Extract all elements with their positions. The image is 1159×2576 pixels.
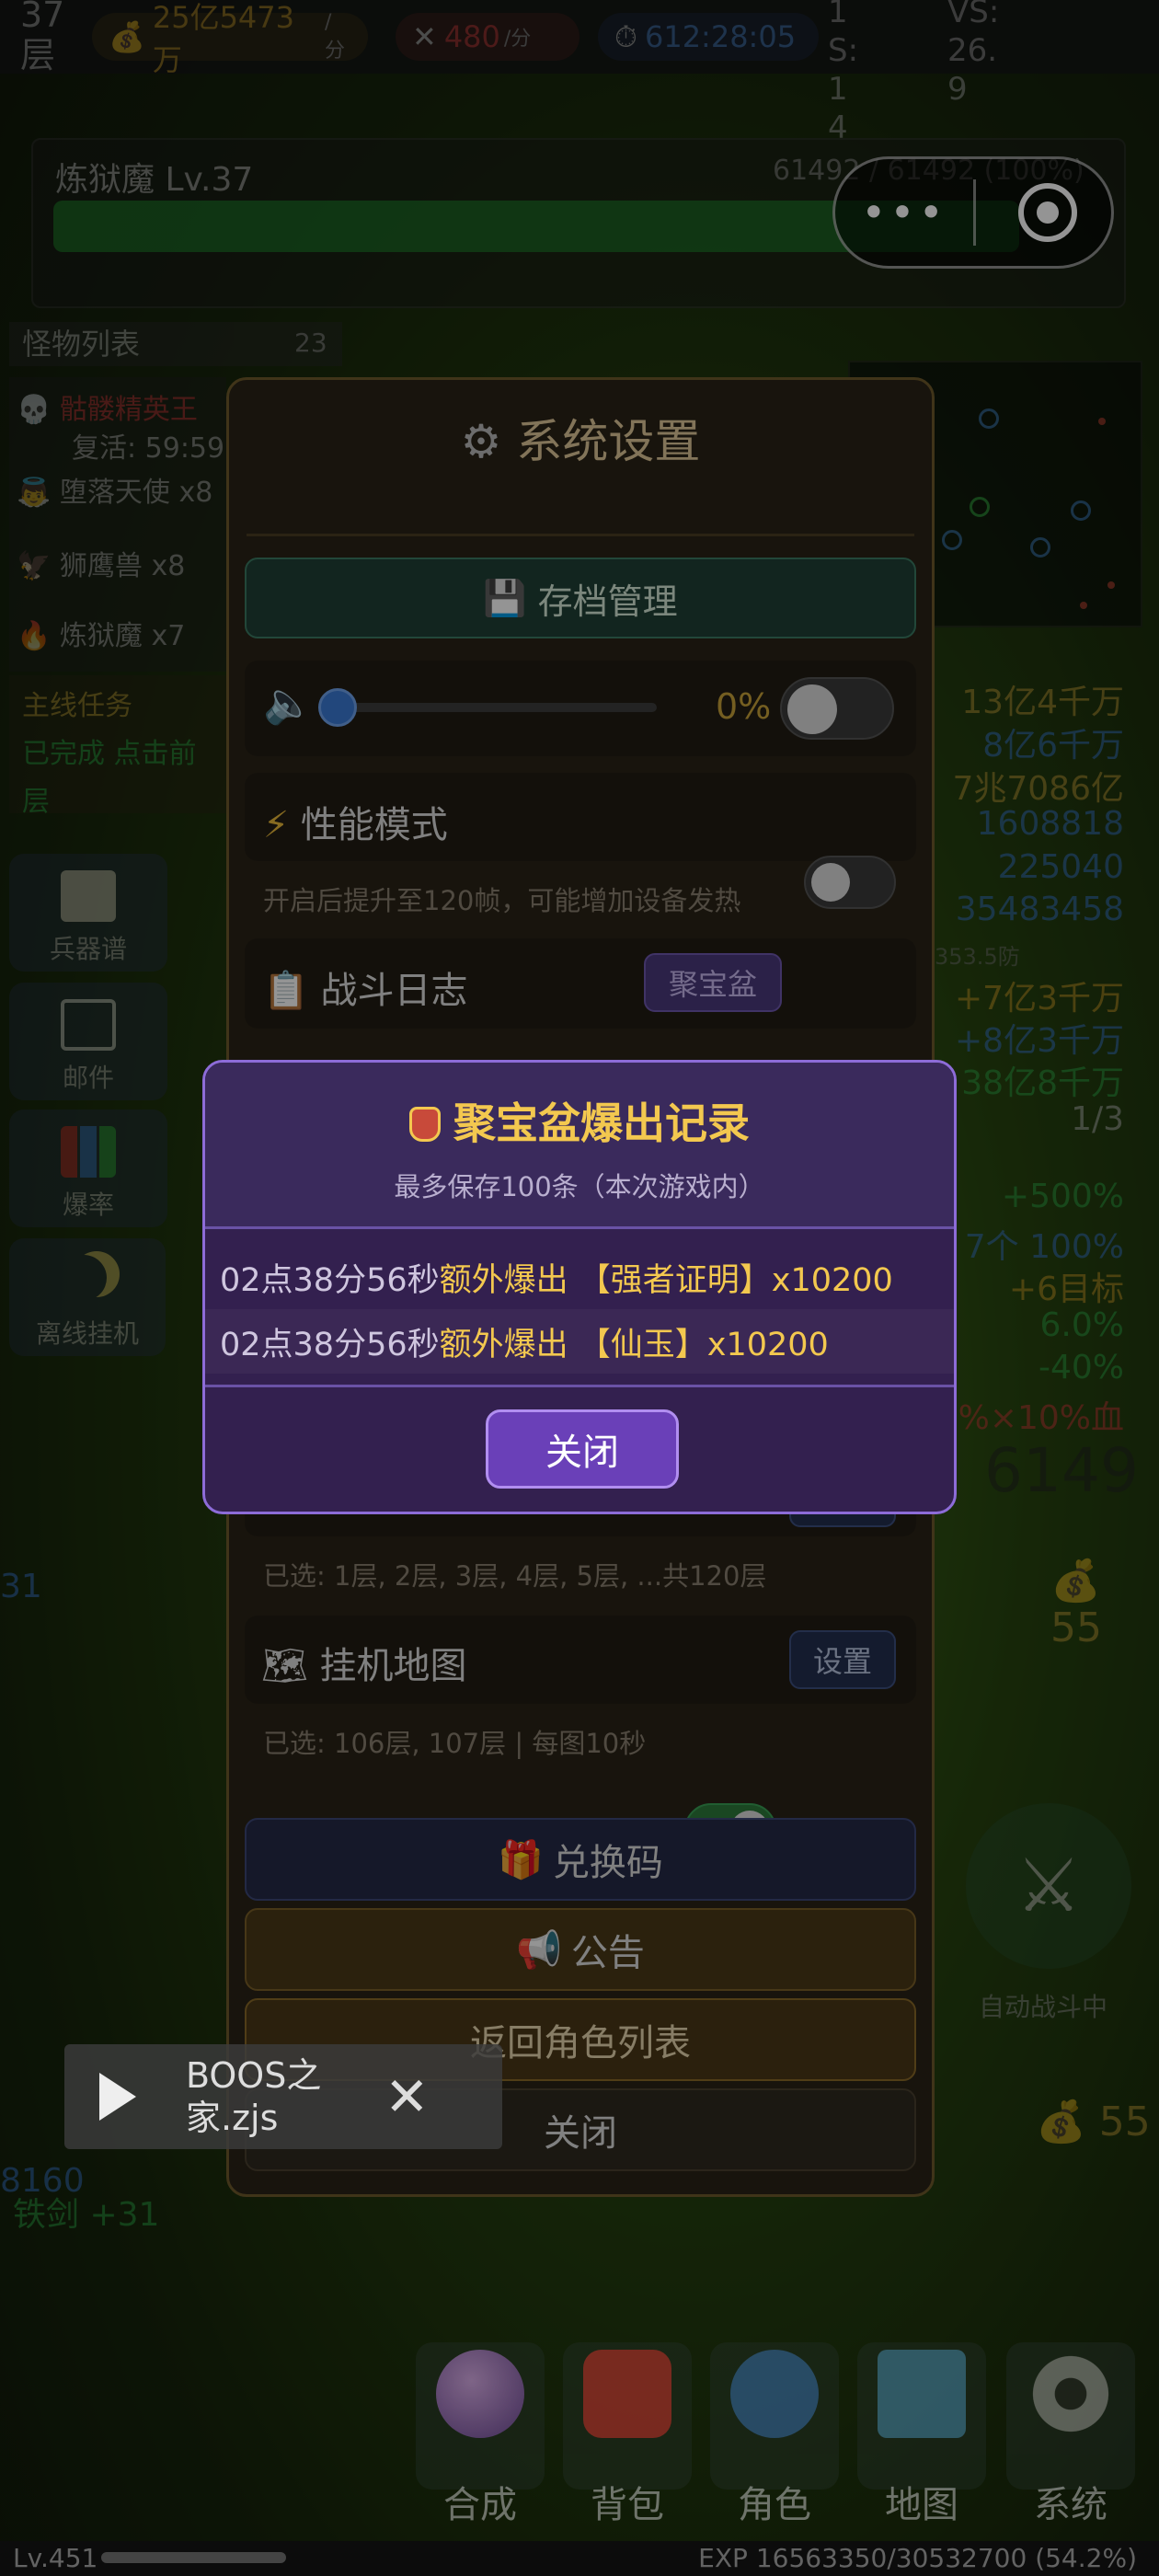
exp-text: EXP 16563350/30532700 (54.2%) bbox=[698, 2543, 1137, 2573]
modal-divider-top bbox=[205, 1226, 954, 1229]
nav-label: 角色 bbox=[738, 2484, 811, 2526]
treasure-pot-icon bbox=[409, 1107, 441, 1142]
nav-label: 地图 bbox=[885, 2484, 958, 2526]
record-time: 02点38分56秒 bbox=[220, 1326, 440, 1363]
modal-close-button[interactable]: 关闭 bbox=[486, 1409, 679, 1489]
audio-toast: BOOS之家.zjs ✕ bbox=[64, 2044, 502, 2149]
backpack-icon bbox=[583, 2350, 671, 2438]
modal-title-text: 聚宝盆爆出记录 bbox=[453, 1098, 750, 1148]
close-icon[interactable]: ✕ bbox=[384, 2070, 430, 2123]
nav-system[interactable] bbox=[1006, 2342, 1135, 2490]
treasure-record-modal: 聚宝盆爆出记录 最多保存100条（本次游戏内） 02点38分56秒 额外爆出 【… bbox=[202, 1060, 957, 1514]
play-icon[interactable] bbox=[99, 2073, 136, 2121]
gear-icon bbox=[1027, 2350, 1115, 2438]
nav-backpack[interactable] bbox=[563, 2342, 692, 2490]
record-time: 02点38分56秒 bbox=[220, 1261, 440, 1299]
nav-map[interactable] bbox=[857, 2342, 986, 2490]
nav-label: 背包 bbox=[591, 2484, 664, 2526]
exp-bar-fill bbox=[101, 2552, 286, 2563]
nav-label: 系统 bbox=[1034, 2484, 1107, 2526]
record-row: 02点38分56秒 额外爆出 【强者证明】x10200 bbox=[205, 1245, 954, 1309]
modal-subtitle: 最多保存100条（本次游戏内） bbox=[394, 1171, 765, 1202]
modal-divider-bottom bbox=[205, 1385, 954, 1387]
record-text: 额外爆出 【仙玉】x10200 bbox=[439, 1326, 829, 1363]
audio-title: BOOS之家.zjs bbox=[186, 2055, 322, 2138]
nav-label: 合成 bbox=[443, 2484, 517, 2526]
record-text: 额外爆出 【强者证明】x10200 bbox=[439, 1261, 893, 1299]
record-row: 02点38分56秒 额外爆出 【仙玉】x10200 bbox=[205, 1309, 954, 1374]
nav-synthesis[interactable] bbox=[416, 2342, 545, 2490]
map-icon bbox=[878, 2350, 966, 2438]
modal-title: 聚宝盆爆出记录 bbox=[205, 1090, 954, 1151]
person-icon bbox=[730, 2350, 819, 2438]
nav-character[interactable] bbox=[710, 2342, 839, 2490]
crystal-ball-icon bbox=[436, 2350, 524, 2438]
player-level: Lv.451 bbox=[13, 2543, 98, 2573]
